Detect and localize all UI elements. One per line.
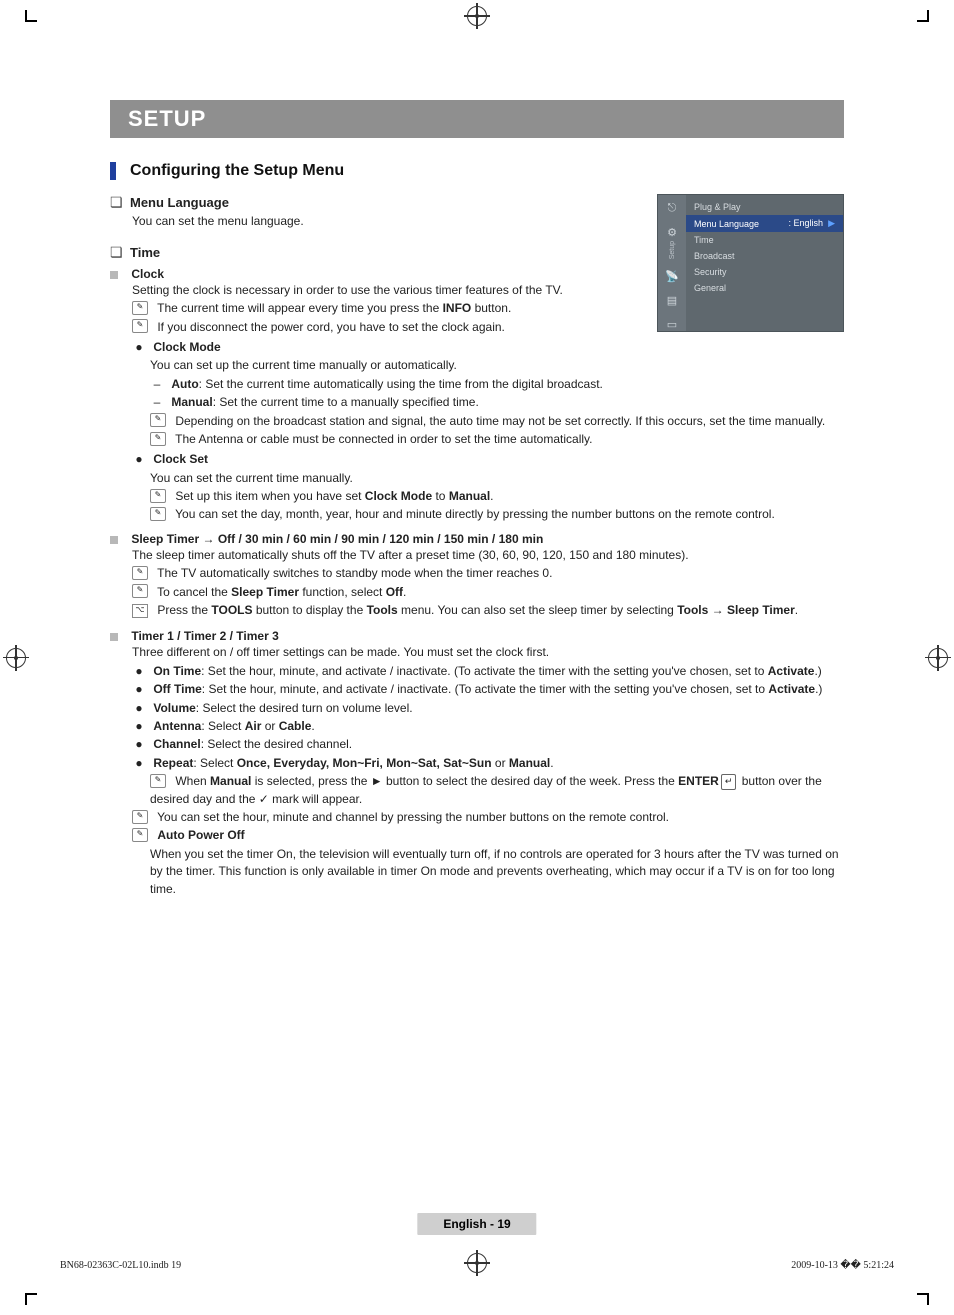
osd-icon-input: ▭ (665, 317, 679, 331)
bullet-icon: ● (132, 339, 146, 356)
dash-icon: – (150, 376, 164, 393)
clock-mode-note-antenna: ✎ The Antenna or cable must be connected… (150, 431, 844, 448)
registration-mark-top (467, 6, 487, 26)
timer-channel: ● Channel: Select the desired channel. (132, 736, 844, 753)
note-icon: ✎ (150, 413, 166, 427)
page-footer: English - 19 (417, 1213, 536, 1235)
content-area: ⎋ ⚙ Setup 📡 ▤ ▭ Plug & Play Menu Languag… (110, 194, 844, 898)
clock-set-title: Clock Set (153, 452, 208, 466)
menu-language-title: Menu Language (130, 195, 229, 210)
bullet-icon: ● (132, 681, 146, 698)
time-title: Time (130, 245, 160, 260)
osd-icon-list: ▤ (665, 293, 679, 307)
heading-sleep-timer: Sleep Timer → Off / 30 min / 60 min / 90… (110, 532, 844, 546)
note-icon: ✎ (150, 432, 166, 446)
note-icon: ✎ (150, 774, 166, 788)
clock-mode-title: Clock Mode (153, 340, 220, 354)
note-icon: ✎ (132, 810, 148, 824)
note-icon: ✎ (132, 566, 148, 580)
print-info-line: BN68-02363C-02L10.indb 19 2009-10-13 �� … (60, 1260, 894, 1271)
sleep-tools: ⌥ Press the TOOLS button to display the … (132, 602, 844, 619)
clock-mode-desc: You can set up the current time manually… (150, 357, 844, 374)
square-bullet-icon (110, 271, 118, 279)
page: SETUP Configuring the Setup Menu ⎋ ⚙ Set… (0, 0, 954, 1315)
osd-item-label: Menu Language (694, 219, 759, 229)
bullet-icon: ● (132, 718, 146, 735)
print-date: 2009-10-13 �� 5:21:24 (791, 1260, 894, 1271)
print-file: BN68-02363C-02L10.indb 19 (60, 1260, 181, 1271)
heading-clock-mode: ● Clock Mode (132, 339, 844, 356)
timer-desc: Three different on / off timer settings … (132, 644, 844, 661)
osd-icon-antenna: 📡 (665, 269, 679, 283)
sleep-note2: ✎ To cancel the Sleep Timer function, se… (132, 584, 844, 601)
osd-setup-label: Setup (669, 241, 676, 259)
heading-timer123: Timer 1 / Timer 2 / Timer 3 (110, 629, 844, 643)
osd-sidebar: ⎋ ⚙ Setup 📡 ▤ ▭ (658, 195, 686, 331)
osd-item-broadcast: Broadcast (686, 248, 843, 264)
timer-note-hour: ✎ You can set the hour, minute and chann… (132, 809, 844, 826)
crop-marks-bottom (0, 1283, 954, 1305)
clock-mode-manual: – Manual: Set the current time to a manu… (150, 394, 844, 411)
banner-setup: SETUP (110, 100, 844, 138)
osd-menu-list: Plug & Play Menu Language : English ▶ Ti… (686, 195, 843, 331)
chevron-right-icon: ▶ (828, 218, 835, 228)
bullet-icon: ● (132, 736, 146, 753)
timer-repeat: ● Repeat: Select Once, Everyday, Mon~Fri… (132, 755, 844, 772)
osd-icon-plug: ⎋ (665, 201, 679, 215)
osd-item-menulang-selected: Menu Language : English ▶ (686, 215, 843, 232)
square-bullet-icon (110, 633, 118, 641)
note-icon: ✎ (150, 507, 166, 521)
clock-title: Clock (131, 267, 164, 281)
tools-icon: ⌥ (132, 604, 148, 618)
timer-repeat-note: ✎ When Manual is selected, press the ► b… (150, 773, 844, 808)
section-title: Configuring the Setup Menu (130, 162, 344, 180)
clock-mode-note-depend: ✎ Depending on the broadcast station and… (150, 413, 844, 430)
dash-icon: – (150, 394, 164, 411)
timer-title: Timer 1 / Timer 2 / Timer 3 (131, 629, 278, 643)
enter-icon: ↵ (721, 774, 737, 789)
section-heading-row: Configuring the Setup Menu (110, 162, 844, 180)
osd-preview: ⎋ ⚙ Setup 📡 ▤ ▭ Plug & Play Menu Languag… (657, 194, 844, 332)
clock-set-note2: ✎ You can set the day, month, year, hour… (150, 506, 844, 523)
registration-mark-left (6, 648, 26, 668)
note-icon: ✎ (132, 828, 148, 842)
note-icon: ✎ (132, 319, 148, 333)
checkbox-icon: ❏ (110, 194, 124, 211)
clock-set-note1: ✎ Set up this item when you have set Clo… (150, 488, 844, 505)
square-bullet-icon (110, 536, 118, 544)
note-icon: ✎ (132, 584, 148, 598)
gear-icon: ⚙ (665, 225, 679, 239)
timer-volume: ● Volume: Select the desired turn on vol… (132, 700, 844, 717)
osd-item-time: Time (686, 232, 843, 248)
clock-mode-auto: – Auto: Set the current time automatical… (150, 376, 844, 393)
bullet-icon: ● (132, 663, 146, 680)
sleep-note1: ✎ The TV automatically switches to stand… (132, 565, 844, 582)
note-icon: ✎ (150, 489, 166, 503)
osd-item-plugplay: Plug & Play (686, 199, 843, 215)
timer-offtime: ● Off Time: Set the hour, minute, and ac… (132, 681, 844, 698)
timer-antenna: ● Antenna: Select Air or Cable. (132, 718, 844, 735)
bullet-icon: ● (132, 451, 146, 468)
timer-autopoweroff-desc: When you set the timer On, the televisio… (150, 846, 844, 898)
osd-item-security: Security (686, 264, 843, 280)
heading-clock-set: ● Clock Set (132, 451, 844, 468)
timer-ontime: ● On Time: Set the hour, minute, and act… (132, 663, 844, 680)
blue-accent-bar (110, 162, 116, 180)
timer-autopoweroff-title: ✎ Auto Power Off (132, 827, 844, 844)
osd-selected-value: : English (789, 218, 824, 228)
checkbox-icon: ❏ (110, 244, 124, 261)
note-icon: ✎ (132, 301, 148, 315)
clock-set-desc: You can set the current time manually. (150, 470, 844, 487)
bullet-icon: ● (132, 755, 146, 772)
bullet-icon: ● (132, 700, 146, 717)
sleep-desc: The sleep timer automatically shuts off … (132, 547, 844, 564)
osd-item-general: General (686, 280, 843, 296)
registration-mark-right (928, 648, 948, 668)
